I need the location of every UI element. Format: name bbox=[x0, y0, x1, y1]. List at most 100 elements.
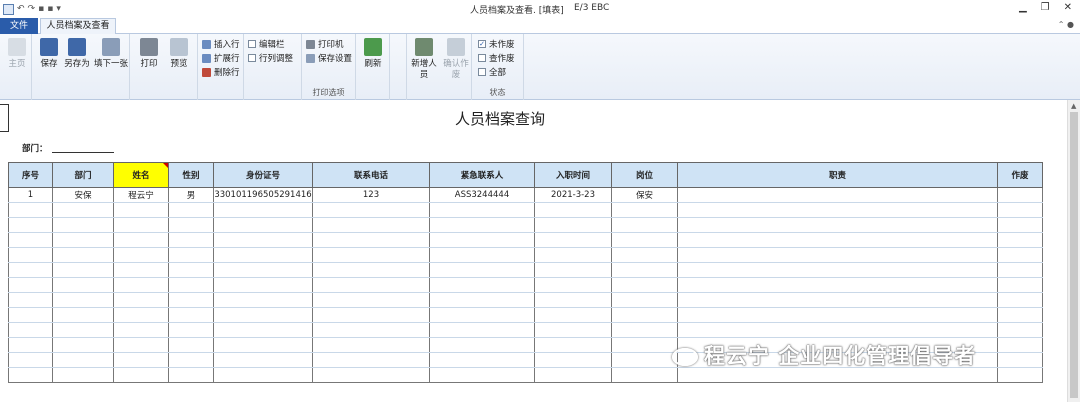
table-row[interactable] bbox=[8, 322, 1043, 338]
all-checkbox[interactable] bbox=[478, 68, 486, 76]
table-cell[interactable] bbox=[8, 352, 53, 368]
table-cell[interactable] bbox=[52, 367, 114, 383]
table-cell[interactable] bbox=[52, 292, 114, 308]
table-cell[interactable] bbox=[52, 322, 114, 338]
table-cell[interactable] bbox=[52, 352, 114, 368]
table-cell[interactable] bbox=[534, 202, 612, 218]
table-cell[interactable] bbox=[312, 367, 430, 383]
cell-emergency-contact[interactable]: ASS3244444 bbox=[429, 187, 535, 203]
restore-icon[interactable]: ❐ bbox=[1041, 2, 1050, 13]
customize-dropdown-icon[interactable]: ▾ bbox=[56, 4, 61, 14]
paste-icon[interactable]: ▪ bbox=[47, 4, 53, 14]
table-row[interactable] bbox=[8, 232, 1043, 248]
table-cell[interactable] bbox=[52, 262, 114, 278]
table-cell[interactable] bbox=[213, 217, 313, 233]
table-cell[interactable] bbox=[113, 202, 169, 218]
table-cell[interactable] bbox=[213, 292, 313, 308]
table-cell[interactable] bbox=[997, 352, 1043, 368]
table-cell[interactable] bbox=[429, 232, 535, 248]
col-header-position[interactable]: 岗位 bbox=[611, 162, 678, 188]
confirm-void-button[interactable]: 确认作废 bbox=[441, 38, 471, 81]
table-cell[interactable] bbox=[429, 217, 535, 233]
col-header-name[interactable]: 姓名 bbox=[113, 162, 169, 188]
refresh-button[interactable]: 刷新 bbox=[356, 38, 390, 70]
table-cell[interactable] bbox=[113, 322, 169, 338]
table-cell[interactable] bbox=[213, 277, 313, 293]
table-cell[interactable] bbox=[429, 262, 535, 278]
table-cell[interactable] bbox=[429, 337, 535, 353]
table-cell[interactable] bbox=[168, 367, 214, 383]
table-row[interactable] bbox=[8, 277, 1043, 293]
table-cell[interactable] bbox=[997, 307, 1043, 323]
table-cell[interactable] bbox=[213, 307, 313, 323]
table-cell[interactable] bbox=[312, 202, 430, 218]
undo-icon[interactable]: ↶ bbox=[17, 4, 25, 14]
row-col-adjust-toggle[interactable]: 行列调整 bbox=[248, 52, 293, 64]
col-header-no[interactable]: 序号 bbox=[8, 162, 53, 188]
minimize-icon[interactable]: ▁ bbox=[1019, 2, 1027, 13]
table-row[interactable] bbox=[8, 307, 1043, 323]
col-header-duty[interactable]: 职责 bbox=[677, 162, 998, 188]
table-cell[interactable] bbox=[997, 367, 1043, 383]
table-cell[interactable] bbox=[312, 262, 430, 278]
cell-no[interactable]: 1 bbox=[8, 187, 53, 203]
col-header-dept[interactable]: 部门 bbox=[52, 162, 114, 188]
cell-gender[interactable]: 男 bbox=[168, 187, 214, 203]
table-cell[interactable] bbox=[8, 337, 53, 353]
table-cell[interactable] bbox=[429, 247, 535, 263]
table-cell[interactable] bbox=[312, 352, 430, 368]
table-cell[interactable] bbox=[113, 232, 169, 248]
cell-id-number[interactable]: 330101196505291416 bbox=[213, 187, 313, 203]
collapse-ribbon-icon[interactable]: ⌃ bbox=[1058, 20, 1065, 29]
table-cell[interactable] bbox=[611, 367, 678, 383]
delete-row-button[interactable]: 删除行 bbox=[202, 66, 240, 78]
table-cell[interactable] bbox=[611, 232, 678, 248]
table-cell[interactable] bbox=[312, 232, 430, 248]
table-cell[interactable] bbox=[534, 277, 612, 293]
edit-bar-toggle[interactable]: 编辑栏 bbox=[248, 38, 285, 50]
table-cell[interactable] bbox=[611, 352, 678, 368]
table-cell[interactable] bbox=[429, 307, 535, 323]
table-cell[interactable] bbox=[997, 217, 1043, 233]
table-cell[interactable] bbox=[213, 262, 313, 278]
table-cell[interactable] bbox=[113, 352, 169, 368]
cell-phone[interactable]: 123 bbox=[312, 187, 430, 203]
status-unvoided[interactable]: ✓ 未作废 bbox=[478, 38, 515, 50]
table-cell[interactable] bbox=[8, 217, 53, 233]
table-cell[interactable] bbox=[534, 307, 612, 323]
table-cell[interactable] bbox=[52, 202, 114, 218]
table-cell[interactable] bbox=[611, 262, 678, 278]
table-cell[interactable] bbox=[113, 367, 169, 383]
scrollbar-thumb[interactable] bbox=[1070, 112, 1078, 398]
table-cell[interactable] bbox=[312, 277, 430, 293]
table-cell[interactable] bbox=[213, 352, 313, 368]
table-cell[interactable] bbox=[168, 202, 214, 218]
table-cell[interactable] bbox=[429, 367, 535, 383]
table-row[interactable] bbox=[8, 262, 1043, 278]
table-cell[interactable] bbox=[113, 337, 169, 353]
table-cell[interactable] bbox=[312, 307, 430, 323]
unvoided-checkbox[interactable]: ✓ bbox=[478, 40, 486, 48]
table-cell[interactable] bbox=[8, 307, 53, 323]
voided-checkbox[interactable] bbox=[478, 54, 486, 62]
table-cell[interactable] bbox=[429, 202, 535, 218]
status-all[interactable]: 全部 bbox=[478, 66, 506, 78]
close-icon[interactable]: ✕ bbox=[1064, 2, 1072, 13]
table-cell[interactable] bbox=[168, 262, 214, 278]
table-cell[interactable] bbox=[52, 217, 114, 233]
table-cell[interactable] bbox=[534, 247, 612, 263]
cell-name[interactable]: 程云宁 bbox=[113, 187, 169, 203]
table-cell[interactable] bbox=[213, 337, 313, 353]
save-as-button[interactable]: 另存为 bbox=[60, 38, 94, 70]
table-cell[interactable] bbox=[113, 217, 169, 233]
table-cell[interactable] bbox=[213, 322, 313, 338]
tab-personnel-archive[interactable]: 人员档案及查看 bbox=[40, 18, 116, 35]
table-cell[interactable] bbox=[429, 292, 535, 308]
table-cell[interactable] bbox=[534, 367, 612, 383]
table-cell[interactable] bbox=[312, 292, 430, 308]
print-button[interactable]: 打印 bbox=[132, 38, 166, 70]
table-cell[interactable] bbox=[611, 217, 678, 233]
table-cell[interactable] bbox=[8, 322, 53, 338]
dept-input[interactable] bbox=[52, 152, 114, 153]
row-col-adjust-checkbox[interactable] bbox=[248, 54, 256, 62]
